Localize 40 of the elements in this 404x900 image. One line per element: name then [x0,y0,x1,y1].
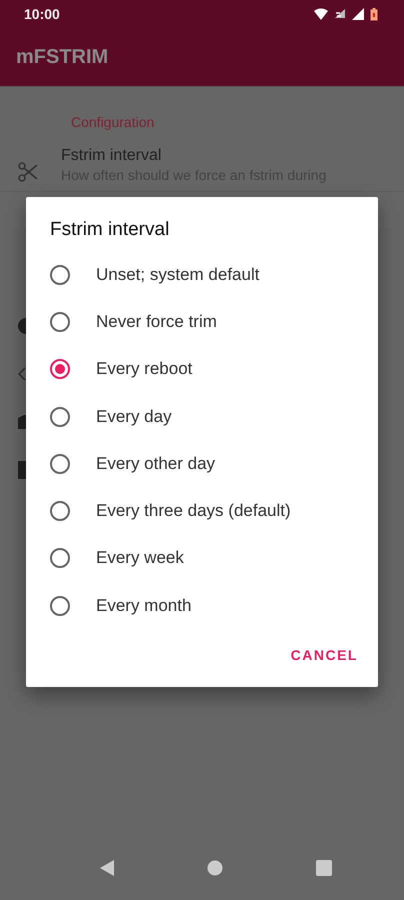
radio-option[interactable]: Every three days (default) [26,487,378,535]
radio-option[interactable]: Every month [26,582,378,630]
data-icon [334,8,346,20]
battery-icon [370,8,378,20]
radio-option[interactable]: Every reboot [26,346,378,393]
signal-icon [352,8,364,20]
cancel-button[interactable]: CANCEL [282,637,366,674]
radio-option[interactable]: Never force trim [26,298,378,346]
option-label: Every three days (default) [96,501,291,522]
radio-option[interactable]: Unset; system default [26,251,378,298]
option-label: Every week [96,548,184,568]
home-icon[interactable] [206,860,223,876]
radio-button[interactable] [50,406,70,427]
radio-button[interactable] [50,596,70,616]
dialog-title: Fstrim interval [49,218,170,242]
scissors-icon [18,162,38,182]
radio-button[interactable] [50,454,70,474]
item-title: Fstrim interval [61,147,162,165]
bar-icon [18,461,26,479]
radio-button[interactable] [50,359,70,380]
recents-icon[interactable] [316,860,332,876]
status-time: 10:00 [24,6,60,22]
radio-option[interactable]: Every week [26,534,378,582]
option-label: Every month [96,596,192,616]
radio-option[interactable]: Every other day [26,440,378,488]
option-label: Every day [96,406,172,427]
chevron-icon [18,367,26,381]
radio-button[interactable] [50,264,70,285]
radio-button[interactable] [50,548,70,568]
radio-button[interactable] [50,312,70,332]
app-title: mFSTRIM [16,46,108,68]
back-icon[interactable] [100,860,114,876]
option-label: Never force trim [96,312,217,332]
option-label: Every other day [96,454,216,474]
wifi-icon [314,8,328,20]
category-header: Configuration [70,113,156,131]
radio-button[interactable] [50,501,70,522]
option-label: Unset; system default [96,264,260,285]
radio-option[interactable]: Every day [26,392,378,440]
option-label: Every reboot [96,359,192,380]
